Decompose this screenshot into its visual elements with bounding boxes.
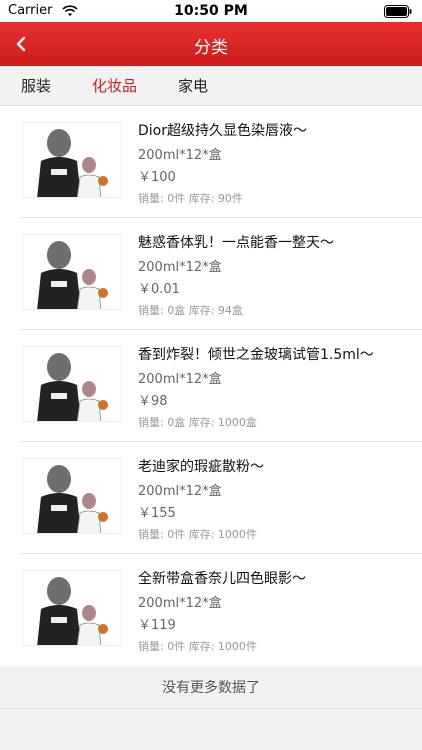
product-spec: 200ml*12*盒 — [138, 372, 222, 387]
status-time: 10:50 PM — [174, 3, 248, 19]
product-title: 老迪家的瑕疵散粉～ — [138, 459, 264, 475]
product-price: ￥100 — [138, 170, 176, 185]
product-image — [22, 346, 122, 422]
list-footer: 没有更多数据了 — [0, 666, 422, 708]
product-title: 香到炸裂！倾世之金玻璃试管1.5ml～ — [138, 347, 374, 363]
product-title: Dior超级持久显色染唇液～ — [138, 123, 307, 139]
list-item[interactable]: 全新带盒香奈儿四色眼影～ 200ml*12*盒 ￥119 销量: 0件 库存: … — [0, 554, 422, 666]
product-stock: 销量: 0件 库存: 90件 — [138, 192, 243, 205]
product-image — [22, 234, 122, 310]
product-price: ￥119 — [138, 618, 176, 633]
product-stock: 销量: 0盒 库存: 94盒 — [138, 304, 243, 317]
product-list: Dior超级持久显色染唇液～ 200ml*12*盒 ￥100 销量: 0件 库存… — [0, 106, 422, 666]
list-item[interactable]: 老迪家的瑕疵散粉～ 200ml*12*盒 ￥155 销量: 0件 库存: 100… — [0, 442, 422, 554]
tab-clothing[interactable]: 服装 — [21, 75, 51, 96]
list-item[interactable]: Dior超级持久显色染唇液～ 200ml*12*盒 ￥100 销量: 0件 库存… — [0, 106, 422, 218]
list-item[interactable]: 魅惑香体乳！一点能香一整天～ 200ml*12*盒 ￥0.01 销量: 0盒 库… — [0, 218, 422, 330]
product-stock: 销量: 0件 库存: 1000件 — [138, 640, 257, 653]
nav-bar: 分类 — [0, 22, 422, 66]
product-price: ￥155 — [138, 506, 176, 521]
product-stock: 销量: 0件 库存: 1000件 — [138, 528, 257, 541]
page-title: 分类 — [194, 38, 228, 58]
product-title: 魅惑香体乳！一点能香一整天～ — [138, 235, 334, 251]
product-spec: 200ml*12*盒 — [138, 148, 222, 163]
product-image — [22, 570, 122, 646]
product-price: ￥0.01 — [138, 282, 180, 297]
product-image — [22, 122, 122, 198]
product-image — [22, 458, 122, 534]
product-spec: 200ml*12*盒 — [138, 260, 222, 275]
category-tabs: 服装 化妆品 家电 — [0, 66, 422, 106]
status-bar: Carrier 10:50 PM — [0, 0, 422, 22]
list-item[interactable]: 香到炸裂！倾世之金玻璃试管1.5ml～ 200ml*12*盒 ￥98 销量: 0… — [0, 330, 422, 442]
divider — [0, 708, 422, 709]
product-title: 全新带盒香奈儿四色眼影～ — [138, 571, 306, 587]
battery-icon — [384, 5, 412, 18]
product-stock: 销量: 0盒 库存: 1000盒 — [138, 416, 257, 429]
tab-cosmetics[interactable]: 化妆品 — [92, 75, 137, 96]
no-more-data-label: 没有更多数据了 — [162, 680, 260, 696]
product-price: ￥98 — [138, 394, 168, 409]
tab-appliances[interactable]: 家电 — [178, 75, 208, 96]
product-spec: 200ml*12*盒 — [138, 596, 222, 611]
product-spec: 200ml*12*盒 — [138, 484, 222, 499]
